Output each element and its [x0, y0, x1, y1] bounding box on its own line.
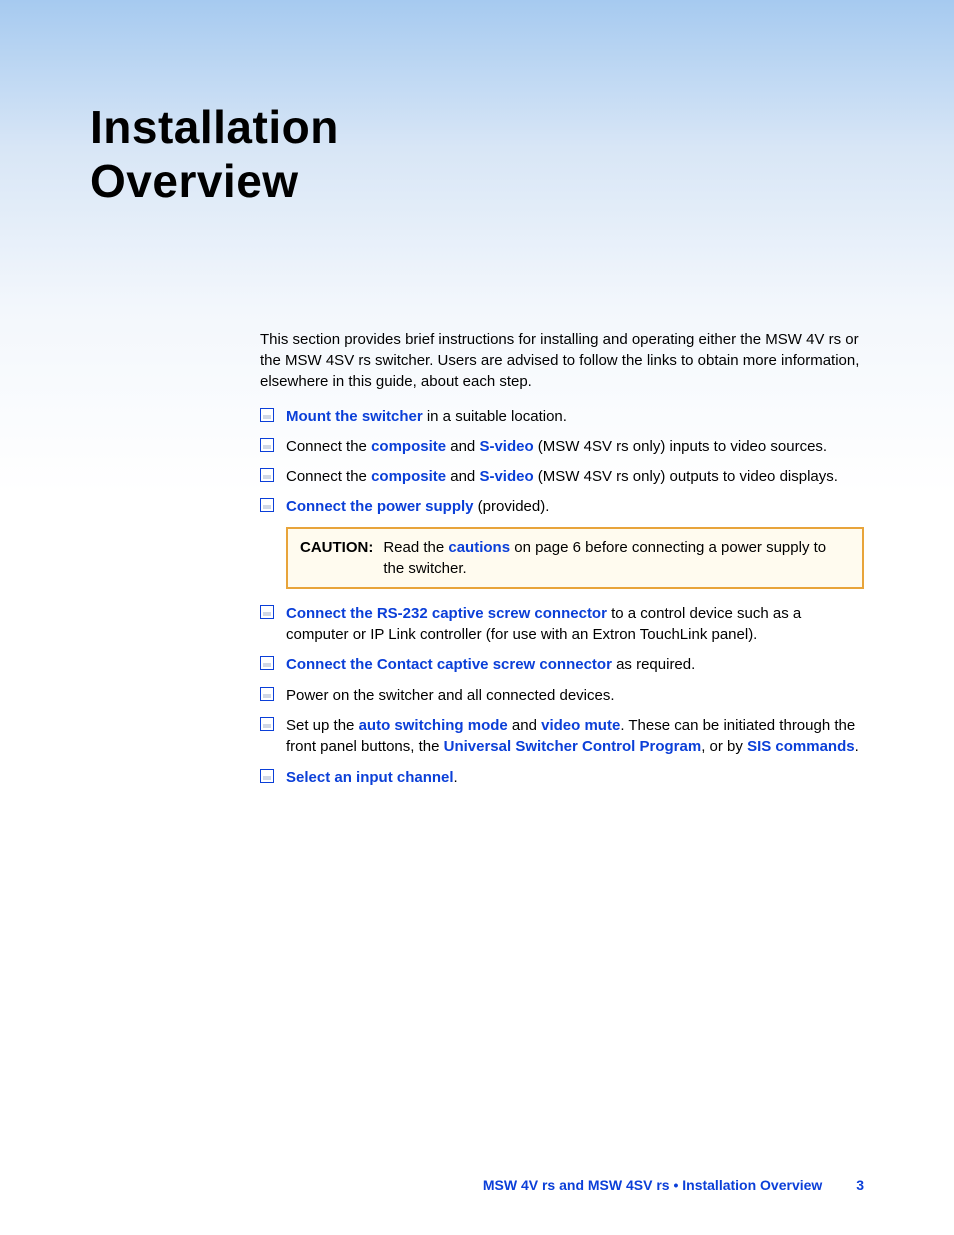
caution-text: Read the cautions on page 6 before conne… — [383, 537, 850, 579]
text: Set up the — [286, 717, 359, 734]
checklist-item: Connect the RS-232 captive screw connect… — [260, 603, 864, 646]
link-connect-power-supply[interactable]: Connect the power supply — [286, 498, 474, 515]
checklist-item: Select an input channel. — [260, 767, 864, 788]
checkbox-icon — [260, 769, 274, 783]
link-sis-commands[interactable]: SIS commands — [747, 738, 855, 755]
checkbox-icon — [260, 408, 274, 422]
checklist-item: Power on the switcher and all connected … — [260, 685, 864, 706]
link-connect-rs232[interactable]: Connect the RS-232 captive screw connect… — [286, 605, 607, 622]
checklist-item: Connect the composite and S-video (MSW 4… — [260, 436, 864, 457]
text: (MSW 4SV rs only) outputs to video displ… — [534, 468, 838, 485]
text: . — [454, 769, 458, 786]
caution-box: CAUTION: Read the cautions on page 6 bef… — [286, 527, 864, 589]
checkbox-icon — [260, 687, 274, 701]
link-mount-switcher[interactable]: Mount the switcher — [286, 408, 423, 425]
link-s-video[interactable]: S-video — [479, 438, 533, 455]
checklist-item: Connect the Contact captive screw connec… — [260, 654, 864, 675]
link-connect-contact[interactable]: Connect the Contact captive screw connec… — [286, 656, 612, 673]
link-composite[interactable]: composite — [371, 438, 446, 455]
checkbox-icon — [260, 468, 274, 482]
text: , or by — [701, 738, 747, 755]
text: in a suitable location. — [423, 408, 567, 425]
text: and — [446, 438, 479, 455]
document-page: Installation Overview This section provi… — [0, 0, 954, 1235]
page-number: 3 — [856, 1177, 864, 1193]
page-title: Installation Overview — [90, 100, 864, 209]
text: and — [508, 717, 541, 734]
checkbox-icon — [260, 438, 274, 452]
checklist: Mount the switcher in a suitable locatio… — [260, 406, 864, 518]
checklist-item: Set up the auto switching mode and video… — [260, 715, 864, 758]
link-video-mute[interactable]: video mute — [541, 717, 620, 734]
text: (MSW 4SV rs only) inputs to video source… — [534, 438, 827, 455]
link-universal-switcher-control-program[interactable]: Universal Switcher Control Program — [444, 738, 702, 755]
checklist-item: Mount the switcher in a suitable locatio… — [260, 406, 864, 427]
text: . — [855, 738, 859, 755]
title-line-2: Overview — [90, 155, 299, 207]
title-line-1: Installation — [90, 101, 339, 153]
intro-paragraph: This section provides brief instructions… — [260, 329, 864, 392]
text: Connect the — [286, 438, 371, 455]
text: Power on the switcher and all connected … — [286, 687, 615, 704]
checkbox-icon — [260, 498, 274, 512]
checklist-item: Connect the power supply (provided). — [260, 496, 864, 517]
checkbox-icon — [260, 605, 274, 619]
text: as required. — [612, 656, 695, 673]
link-composite[interactable]: composite — [371, 468, 446, 485]
link-cautions[interactable]: cautions — [448, 539, 510, 556]
text: Connect the — [286, 468, 371, 485]
page-footer: MSW 4V rs and MSW 4SV rs • Installation … — [483, 1177, 864, 1193]
caution-label: CAUTION: — [300, 537, 373, 579]
link-s-video[interactable]: S-video — [479, 468, 533, 485]
footer-text: MSW 4V rs and MSW 4SV rs • Installation … — [483, 1177, 822, 1193]
link-select-input-channel[interactable]: Select an input channel — [286, 769, 454, 786]
checklist-item: Connect the composite and S-video (MSW 4… — [260, 466, 864, 487]
text: and — [446, 468, 479, 485]
content-block: This section provides brief instructions… — [260, 329, 864, 788]
checklist: Connect the RS-232 captive screw connect… — [260, 603, 864, 788]
checkbox-icon — [260, 656, 274, 670]
checkbox-icon — [260, 717, 274, 731]
text: Read the — [383, 539, 448, 556]
link-auto-switching-mode[interactable]: auto switching mode — [359, 717, 508, 734]
text: (provided). — [474, 498, 550, 515]
